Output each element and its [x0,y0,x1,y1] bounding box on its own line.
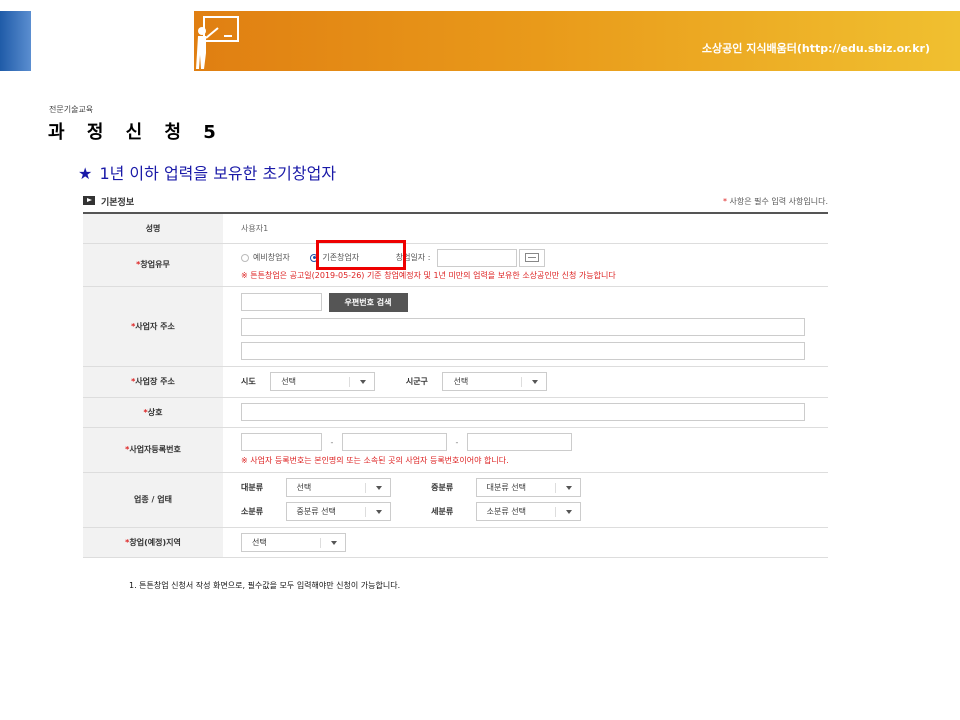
zipcode-search-button[interactable]: 우편번호 검색 [328,292,408,312]
chevron-down-icon [532,380,539,384]
subtitle-text: 1년 이하 업력을 보유한 초기창업자 [99,164,337,183]
middle-label: 중분류 [431,483,454,492]
chevron-down-icon [375,510,382,514]
label-region: *창업(예정)지역 [83,527,223,558]
startup-warning: ※ 튼튼창업은 공고일(2019-05-26) 기준 창업예정자 및 1년 미만… [241,270,616,280]
highlight-box [316,240,406,270]
radio-prestartup[interactable]: 예비창업자 [241,252,290,263]
major-label: 대분류 [241,483,264,492]
company-field [223,397,828,428]
label-shop-address: *사업장 주소 [83,366,223,398]
address-line1-input[interactable] [241,317,805,336]
required-mark: * [722,197,727,206]
biz-reg-warning: ※ 사업자 등록번호는 본인명의 또는 소속된 곳의 사업자 등록번호이어야 합… [241,456,509,465]
section-play-icon [83,196,95,205]
teacher-board-icon [196,16,239,69]
required-note-text: 사항은 필수 입력 사항입니다. [729,197,829,206]
region-select[interactable]: 선택 [241,532,346,552]
label-name: 성명 [83,213,223,244]
name-value: 사용자1 [223,213,828,244]
company-input[interactable] [241,403,805,421]
minor-label: 소분류 [241,507,264,516]
label-startup: *창업유무 [83,243,223,287]
zipcode-input[interactable] [241,293,322,311]
sido-label: 시도 [241,377,256,386]
label-biz-address: *사업자 주소 [83,286,223,367]
region-field: 선택 [223,527,828,558]
dash-1: - [330,437,334,447]
header-left-accent [0,11,31,71]
chevron-down-icon [565,486,572,490]
page-subtitle: ★ 1년 이하 업력을 보유한 초기창업자 [78,160,336,184]
biz-reg-field: - - ※ 사업자 등록번호는 본인명의 또는 소속된 곳의 사업자 등록번호이어… [223,427,828,473]
section-header: 기본정보 * 사항은 필수 입력 사항입니다. [83,193,828,211]
calendar-icon [524,252,539,262]
chevron-down-icon [331,540,337,545]
dash-2: - [455,437,459,447]
shop-address-field: 시도 선택 시군구 선택 [223,366,828,398]
calendar-button[interactable] [518,248,545,267]
biz-reg-input-3[interactable] [467,433,572,451]
site-title: 소상공인 지식배움터(http://edu.sbiz.or.kr) [701,42,930,55]
industry-field: 대분류 선택 중분류 대분류 선택 소분류 중분류 선택 세분류 소분류 선택 [223,472,828,528]
star-icon: ★ [78,164,93,183]
sigungu-label: 시군구 [405,377,428,386]
address-line2-input[interactable] [241,341,805,360]
detail-label: 세분류 [431,507,454,516]
biz-reg-input-2[interactable] [342,433,447,451]
label-biz-reg: *사업자등록번호 [83,427,223,473]
breadcrumb: 전문기술교육 [49,105,94,114]
radio-circle[interactable] [241,253,249,262]
basic-info-form: 성명 사용자1 *창업유무 예비창업자 기존창업자 창업일자 : ※ 튼튼창업은… [83,212,828,558]
required-note: * 사항은 필수 입력 사항입니다. [723,196,828,207]
sido-select[interactable]: 선택 [270,372,376,391]
section-title: 기본정보 [101,198,135,208]
minor-select[interactable]: 중분류 선택 [285,502,391,521]
chevron-down-icon [375,486,382,490]
label-company: *상호 [83,397,223,428]
label-industry: 업종 / 업태 [83,472,223,528]
biz-address-field: 우편번호 검색 [223,286,828,367]
chevron-down-icon [360,380,367,384]
footnote: 1. 튼튼창업 신청서 작성 화면으로, 필수값을 모두 입력해야만 신청이 가… [129,581,401,590]
name-text: 사용자1 [241,223,269,233]
middle-select[interactable]: 대분류 선택 [475,478,581,497]
major-select[interactable]: 선택 [285,478,391,497]
sigungu-select[interactable]: 선택 [442,372,548,391]
page-title: 과 정 신 청 5 [48,122,224,143]
chevron-down-icon [565,510,572,514]
startup-date-input[interactable] [436,248,517,267]
biz-reg-input-1[interactable] [241,433,322,451]
detail-select[interactable]: 소분류 선택 [475,502,581,521]
startup-field: 예비창업자 기존창업자 창업일자 : ※ 튼튼창업은 공고일(2019-05-2… [223,243,828,287]
